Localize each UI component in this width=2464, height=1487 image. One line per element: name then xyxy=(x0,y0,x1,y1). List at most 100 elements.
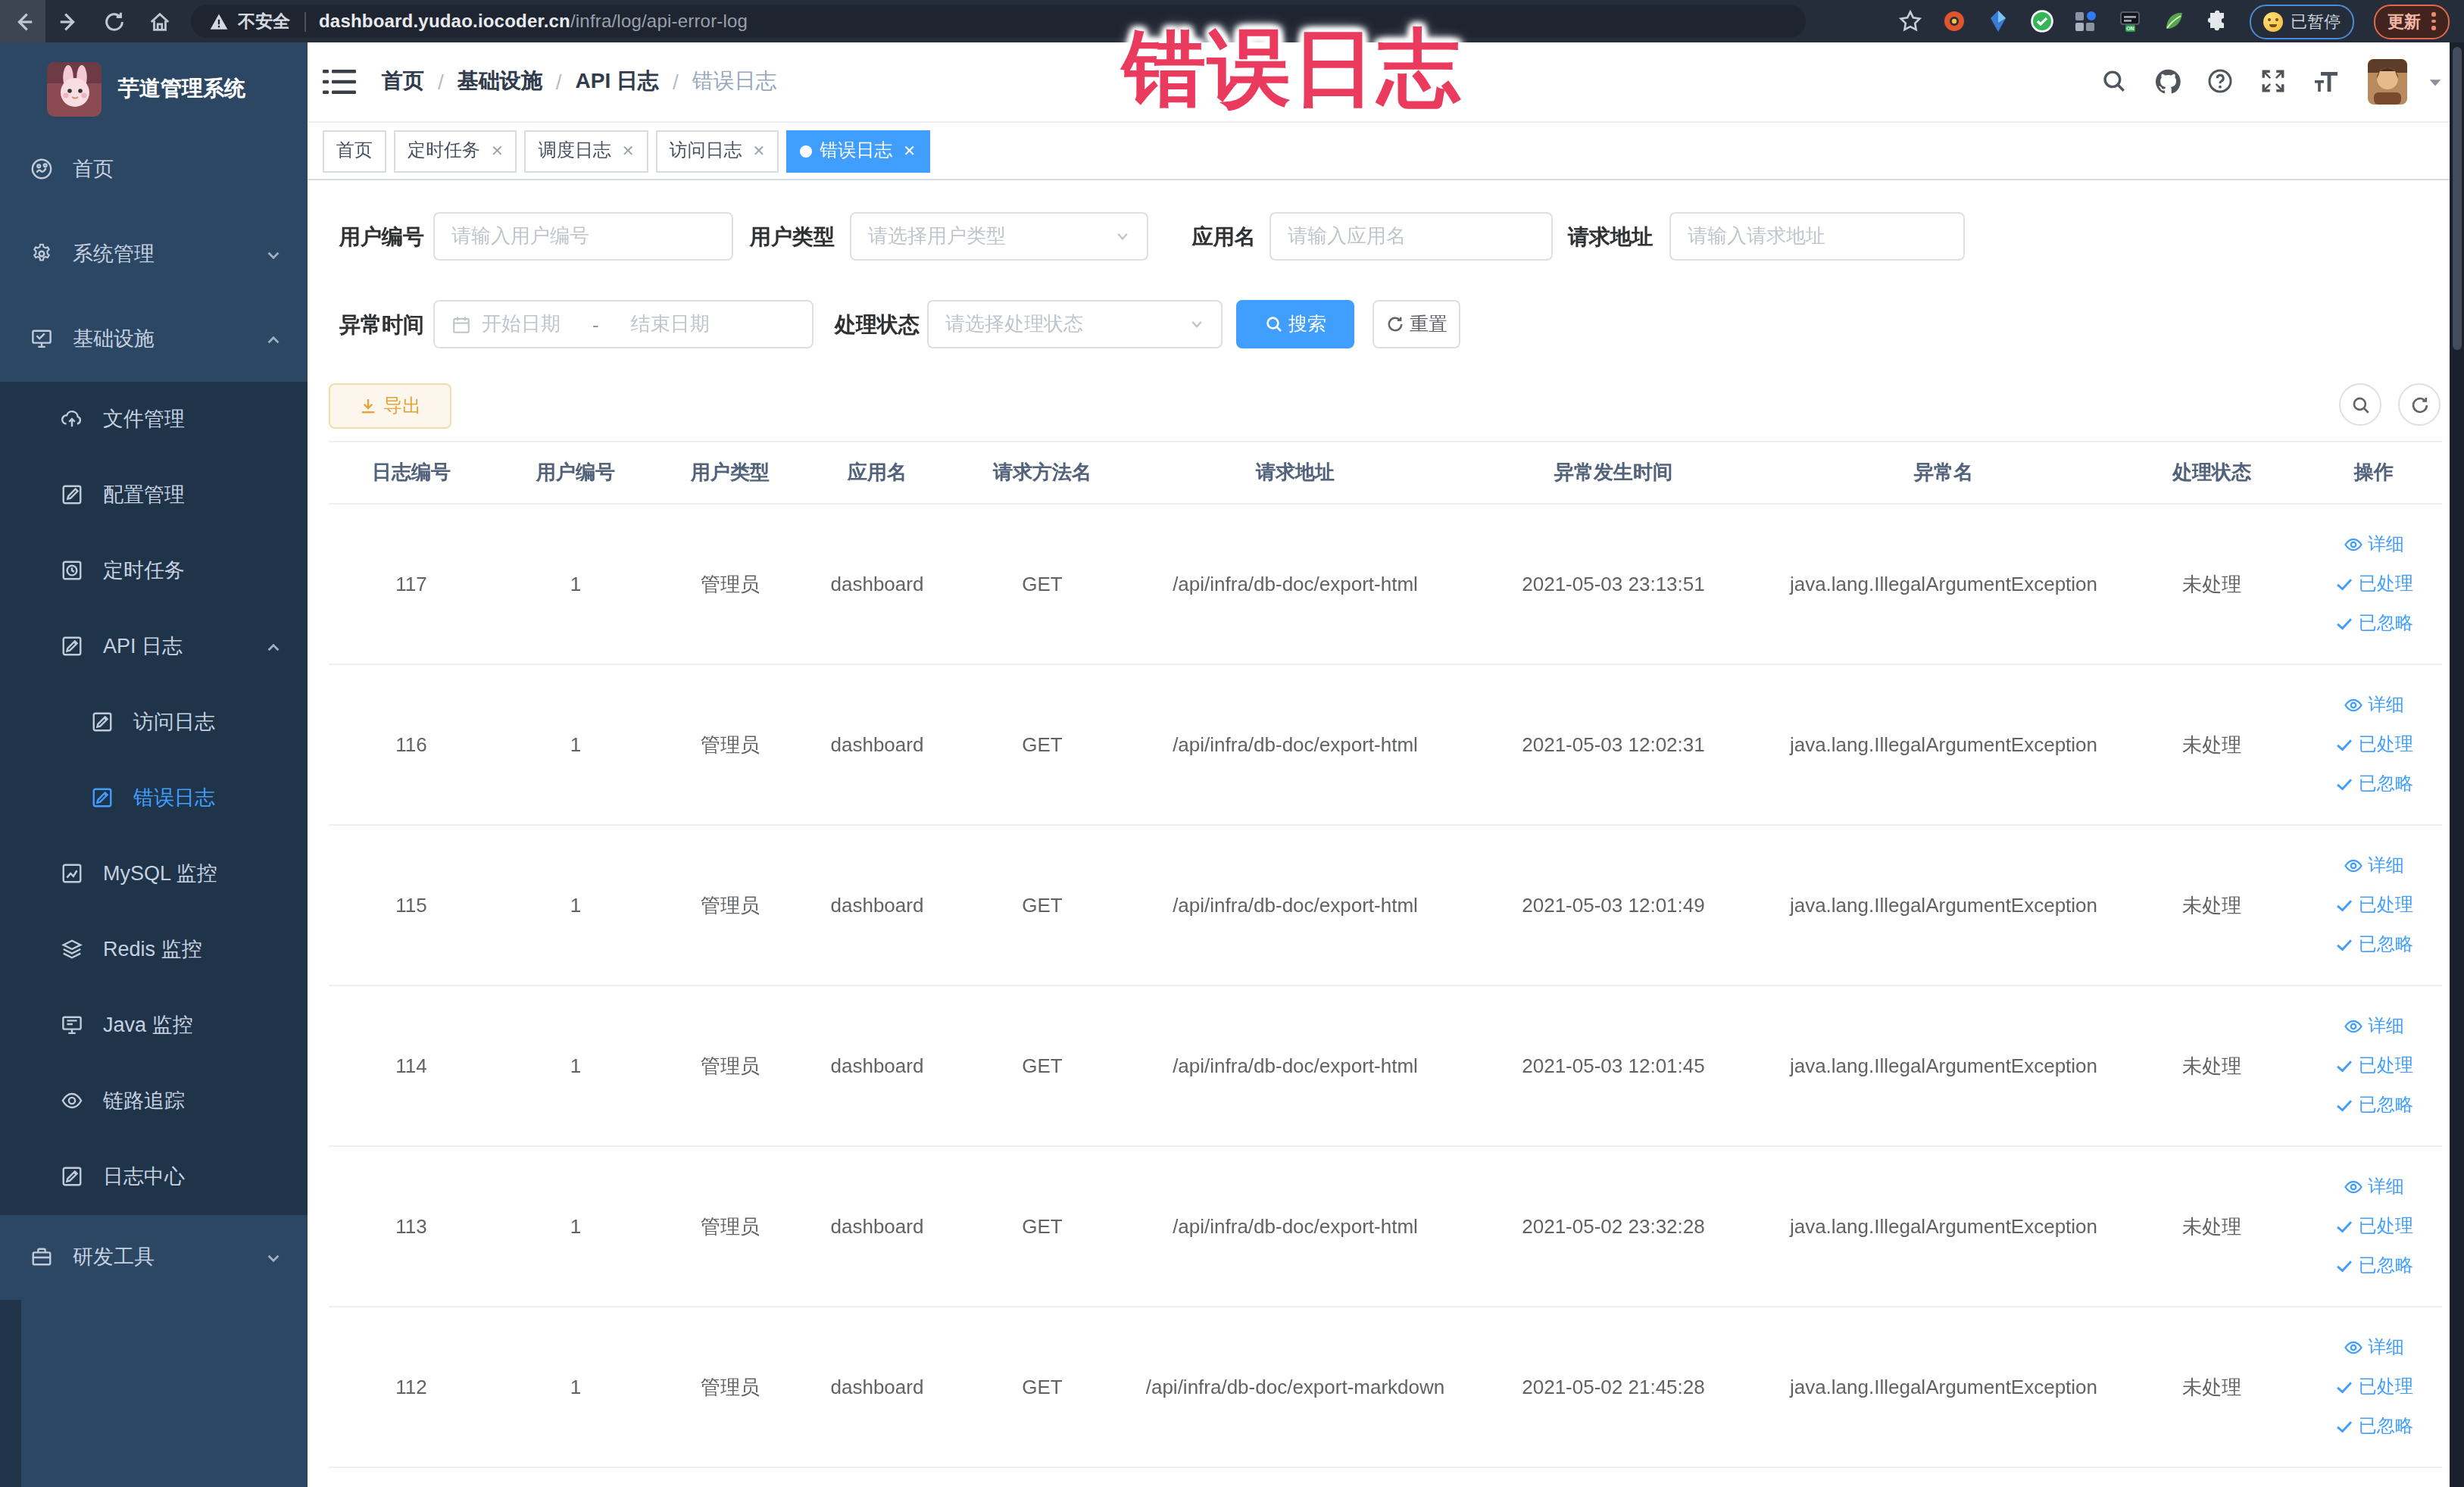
back-icon[interactable] xyxy=(0,0,45,42)
app-logo[interactable]: 芋道管理系统 xyxy=(0,42,308,127)
cell-app: dashboard xyxy=(803,1147,951,1306)
grid-extension-icon[interactable] xyxy=(2074,9,2098,33)
close-icon[interactable]: ✕ xyxy=(622,142,635,159)
sidebar-item-mysql-监控[interactable]: MySQL 监控 xyxy=(0,836,308,912)
tab-调度日志[interactable]: 调度日志✕ xyxy=(525,130,648,172)
user-id-input[interactable]: 请输入用户编号 xyxy=(433,212,733,261)
cell-user_id: 1 xyxy=(494,665,657,824)
switch-on-extension-icon[interactable]: ON xyxy=(2118,9,2142,33)
ignored-link[interactable]: 已忽略 xyxy=(2334,611,2413,636)
sidebar-item-基础设施[interactable]: 基础设施 xyxy=(0,297,308,382)
gear-icon xyxy=(30,242,55,267)
sidebar-item-api-日志[interactable]: API 日志 xyxy=(0,609,308,685)
breadcrumb-item[interactable]: API 日志 xyxy=(576,68,659,95)
process-status-select[interactable]: 请选择处理状态 xyxy=(927,300,1223,348)
leaf-extension-icon[interactable] xyxy=(2162,9,2186,33)
browser-menu-icon[interactable] xyxy=(2431,13,2435,30)
cell-id: 115 xyxy=(329,826,494,985)
sidebar-item-java-监控[interactable]: Java 监控 xyxy=(0,988,308,1064)
ignored-link[interactable]: 已忽略 xyxy=(2334,1414,2413,1439)
processed-link[interactable]: 已处理 xyxy=(2334,571,2413,597)
blue-drop-extension-icon[interactable] xyxy=(1986,9,2010,33)
show-search-toggle-icon[interactable] xyxy=(2339,383,2381,426)
doc-edit-icon xyxy=(61,635,85,659)
export-button[interactable]: 导出 xyxy=(329,383,451,429)
reload-icon[interactable] xyxy=(91,0,136,42)
cell-status: 未处理 xyxy=(2118,1307,2306,1467)
processed-link[interactable]: 已处理 xyxy=(2334,892,2413,918)
ignored-icon xyxy=(2334,935,2354,954)
cell-user_type: 管理员 xyxy=(657,986,803,1145)
detail-link[interactable]: 详细 xyxy=(2344,1014,2404,1039)
home-icon[interactable] xyxy=(136,0,182,42)
bookmark-star-icon[interactable] xyxy=(1898,9,1922,33)
detail-link[interactable]: 详细 xyxy=(2344,853,2404,879)
column-header: 应用名 xyxy=(803,442,951,503)
sidebar-item-文件管理[interactable]: 文件管理 xyxy=(0,382,308,458)
avatar[interactable] xyxy=(2367,59,2406,105)
close-icon[interactable]: ✕ xyxy=(903,142,916,159)
scrollbar-thumb[interactable] xyxy=(2452,47,2462,350)
app-name-input[interactable]: 请输入应用名 xyxy=(1269,212,1553,261)
chevron-down-icon[interactable] xyxy=(2426,73,2443,90)
github-icon[interactable] xyxy=(2153,68,2181,95)
page-scrollbar[interactable] xyxy=(2450,42,2464,1487)
tab-错误日志[interactable]: 错误日志✕ xyxy=(786,130,929,172)
cell-id: 113 xyxy=(329,1147,494,1306)
url-bar[interactable]: 不安全 dashboard.yudao.iocoder.cn/infra/log… xyxy=(191,5,1806,38)
sidebar-item-配置管理[interactable]: 配置管理 xyxy=(0,458,308,533)
request-url-input[interactable]: 请输入请求地址 xyxy=(1669,212,1965,261)
processed-link[interactable]: 已处理 xyxy=(2334,1214,2413,1239)
layers-icon xyxy=(61,938,85,962)
sidebar-item-首页[interactable]: 首页 xyxy=(0,127,308,212)
ignored-link[interactable]: 已忽略 xyxy=(2334,932,2413,957)
sidebar-item-定时任务[interactable]: 定时任务 xyxy=(0,533,308,609)
sidebar-item-访问日志[interactable]: 访问日志 xyxy=(0,685,308,761)
processed-link[interactable]: 已处理 xyxy=(2334,732,2413,758)
breadcrumb-item[interactable]: 首页 xyxy=(382,68,424,95)
sidebar-item-研发工具[interactable]: 研发工具 xyxy=(0,1215,308,1300)
tab-定时任务[interactable]: 定时任务✕ xyxy=(394,130,517,172)
search-button[interactable]: 搜索 xyxy=(1236,300,1354,348)
date-range-input[interactable]: 开始日期 - 结束日期 xyxy=(433,300,814,348)
breadcrumb-item[interactable]: 基础设施 xyxy=(458,68,542,95)
reset-button[interactable]: 重置 xyxy=(1373,300,1460,348)
security-label: 不安全 xyxy=(238,10,290,33)
paused-badge[interactable]: 已暂停 xyxy=(2250,4,2354,39)
detail-link[interactable]: 详细 xyxy=(2344,692,2404,718)
sidebar-item-日志中心[interactable]: 日志中心 xyxy=(0,1139,308,1215)
ignored-link[interactable]: 已忽略 xyxy=(2334,1253,2413,1279)
processed-link[interactable]: 已处理 xyxy=(2334,1053,2413,1079)
detail-link[interactable]: 详细 xyxy=(2344,1174,2404,1200)
ignored-link[interactable]: 已忽略 xyxy=(2334,1092,2413,1118)
tab-首页[interactable]: 首页 xyxy=(323,130,386,172)
detail-link[interactable]: 详细 xyxy=(2344,532,2404,558)
sidebar-item-链路追踪[interactable]: 链路追踪 xyxy=(0,1064,308,1139)
close-icon[interactable]: ✕ xyxy=(491,142,504,159)
forward-icon[interactable] xyxy=(45,0,91,42)
column-header: 异常名 xyxy=(1769,442,2118,503)
ignored-link[interactable]: 已忽略 xyxy=(2334,771,2413,797)
user-type-select[interactable]: 请选择用户类型 xyxy=(850,212,1148,261)
help-icon[interactable] xyxy=(2206,68,2234,95)
fullscreen-icon[interactable] xyxy=(2259,68,2287,95)
cell-app: dashboard xyxy=(803,826,951,985)
sidebar-item-系统管理[interactable]: 系统管理 xyxy=(0,212,308,297)
puzzle-extensions-icon[interactable] xyxy=(2206,9,2230,33)
green-check-extension-icon[interactable] xyxy=(2030,9,2054,33)
processed-link[interactable]: 已处理 xyxy=(2334,1374,2413,1400)
search-icon[interactable] xyxy=(2100,68,2128,95)
sidebar-item-错误日志[interactable]: 错误日志 xyxy=(0,761,308,836)
close-icon[interactable]: ✕ xyxy=(753,142,766,159)
update-button[interactable]: 更新 xyxy=(2374,4,2449,39)
edit-square-icon xyxy=(61,483,85,508)
refresh-icon[interactable] xyxy=(2398,383,2441,426)
tab-访问日志[interactable]: 访问日志✕ xyxy=(656,130,779,172)
font-size-icon[interactable] xyxy=(2313,68,2340,95)
url-text: dashboard.yudao.iocoder.cn/infra/log/api… xyxy=(319,11,748,32)
detail-link[interactable]: 详细 xyxy=(2344,1335,2404,1360)
orange-ring-extension-icon[interactable] xyxy=(1942,9,1966,33)
sidebar-item-redis-监控[interactable]: Redis 监控 xyxy=(0,912,308,988)
cell-method: GET xyxy=(951,505,1133,664)
collapse-sidebar-icon[interactable] xyxy=(323,67,356,97)
